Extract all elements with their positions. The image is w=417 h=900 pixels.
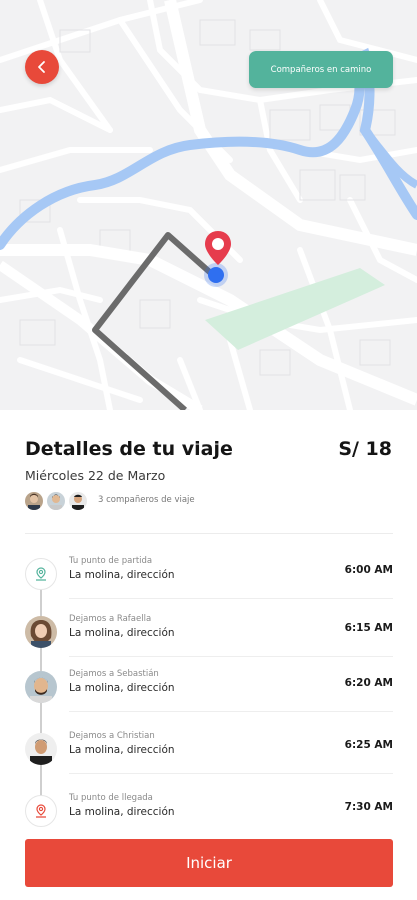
- stop-rafaella[interactable]: Dejamos a Rafaella La molina, dirección …: [25, 614, 393, 666]
- divider: [69, 598, 393, 599]
- stop-time: 7:30 AM: [344, 801, 393, 813]
- stop-address: La molina, dirección: [69, 806, 175, 818]
- stop-label: Tu punto de partida: [69, 556, 153, 566]
- avatar: [69, 492, 87, 510]
- chevron-left-icon: [38, 61, 45, 73]
- stop-label: Dejamos a Christian: [69, 731, 155, 741]
- stop-label: Tu punto de llegada: [69, 793, 153, 803]
- stop-sebastian[interactable]: Dejamos a Sebastián La molina, dirección…: [25, 669, 393, 721]
- stop-address: La molina, dirección: [69, 627, 175, 639]
- stop-address: La molina, dirección: [69, 744, 175, 756]
- avatar-sebastian: [25, 671, 57, 703]
- trip-date: Miércoles 22 de Marzo: [25, 468, 166, 483]
- avatar: [47, 492, 65, 510]
- divider: [69, 773, 393, 774]
- start-trip-button[interactable]: Iniciar: [25, 839, 393, 887]
- stop-label: Dejamos a Sebastián: [69, 669, 159, 679]
- trip-title: Detalles de tu viaje: [25, 438, 233, 460]
- avatar-rafaella: [25, 616, 57, 648]
- stop-address: La molina, dirección: [69, 682, 175, 694]
- companions-en-route-button[interactable]: Compañeros en camino: [249, 51, 393, 88]
- stop-christian[interactable]: Dejamos a Christian La molina, dirección…: [25, 731, 393, 783]
- avatar: [25, 492, 43, 510]
- back-button[interactable]: [25, 50, 59, 84]
- stop-label: Dejamos a Rafaella: [69, 614, 152, 624]
- stop-time: 6:15 AM: [344, 622, 393, 634]
- companions-avatars[interactable]: [25, 492, 87, 510]
- map-pin-icon: [205, 231, 231, 265]
- avatar-christian: [25, 733, 57, 765]
- start-location-icon: [25, 558, 57, 590]
- stop-time: 6:20 AM: [344, 677, 393, 689]
- stop-address: La molina, dirección: [69, 569, 175, 581]
- divider: [25, 533, 393, 534]
- trip-price: S/ 18: [338, 438, 392, 460]
- map-view[interactable]: Compañeros en camino: [0, 0, 417, 410]
- divider: [69, 656, 393, 657]
- stop-time: 6:00 AM: [344, 564, 393, 576]
- companions-count: 3 compañeros de viaje: [98, 495, 195, 505]
- divider: [69, 711, 393, 712]
- stop-end[interactable]: Tu punto de llegada La molina, dirección…: [25, 793, 393, 845]
- stop-start[interactable]: Tu punto de partida La molina, dirección…: [25, 556, 393, 608]
- stop-time: 6:25 AM: [344, 739, 393, 751]
- end-location-icon: [25, 795, 57, 827]
